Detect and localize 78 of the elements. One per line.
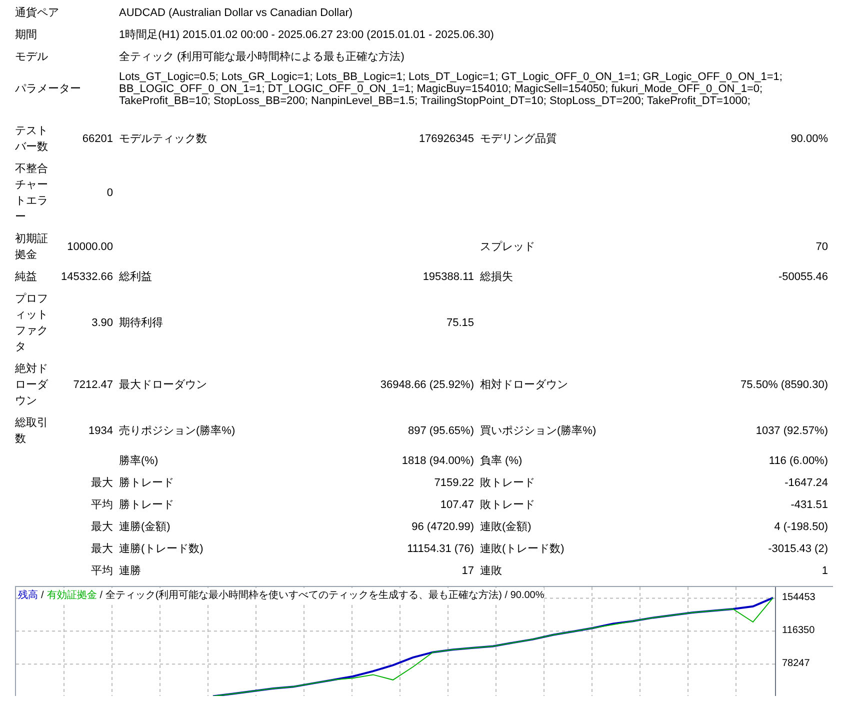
stat-label: 期待利得: [119, 317, 163, 329]
stat-label: 勝率(%): [119, 455, 158, 467]
stat-label: 連勝(金額): [119, 521, 170, 533]
stat-value: 17: [462, 565, 474, 577]
stat-label: 純益: [15, 271, 37, 283]
legend-label: 残高: [18, 588, 38, 603]
field-label: 期間: [15, 29, 37, 41]
chart-caption: / 全ティック(利用可能な最小時間枠を使いすべてのティックを生成する、最も正確な方法) / 90.00%: [100, 588, 544, 603]
stat-value: 最大: [91, 543, 113, 555]
stat-value: 195388.11: [422, 271, 474, 283]
stat-label: 勝トレード: [119, 477, 174, 489]
stat-value: 4 (-198.50): [774, 521, 828, 533]
stat-value: 1934: [88, 425, 113, 437]
stat-value: 1037 (92.57%): [756, 425, 828, 437]
stat-label: 連勝(トレード数): [119, 543, 204, 555]
stat-value: 116 (6.00%): [768, 455, 828, 467]
field-value: Lots_GT_Logic=0.5; Lots_GR_Logic=1; Lots_BB_Logic=1; Lots_DT_Logic=1; GT_Logic_OFF_0_ON_1=1; GR_Logic_OFF_0_ON_1=1; BB_LOGIC_OFF_0_ON_1=1; DT_LOGIC_OFF_0_ON_1=1; MagicBuy=154010; MagicSell=154050; fukuri_Mode_OFF_0_ON_1=0; TakeProfit_BB=10; StopLoss_BB=200; NanpinLevel_BB=1.5; TrailingStopPoint_DT=10; StopLoss_DT=200; TakeProfit_DT=1000;: [119, 71, 782, 107]
stat-label: プロフィットファクタ: [15, 293, 48, 353]
stat-label: 総取引数: [15, 417, 48, 445]
stat-value: -3015.43 (2): [768, 543, 828, 555]
stat-value: 1818 (94.00%): [402, 455, 474, 467]
stat-label: スプレッド: [480, 241, 535, 253]
stat-label: 勝トレード: [119, 499, 174, 511]
stat-value: 75.50% (8590.30): [740, 379, 828, 391]
stat-label: 総損失: [480, 271, 513, 283]
y-axis-label: 116350: [782, 625, 815, 638]
stat-value: 897 (95.65%): [408, 425, 474, 437]
stat-value: 66201: [82, 133, 113, 145]
stat-label: 相対ドローダウン: [480, 379, 568, 391]
stat-value: 145332.66: [61, 271, 113, 283]
stat-label: モデルティック数: [119, 133, 207, 145]
stat-label: 連敗: [480, 565, 502, 577]
stat-value: 7159.22: [434, 477, 474, 489]
stat-value: 10000.00: [67, 241, 113, 253]
stat-value: 3.90: [92, 317, 113, 329]
stat-value: 176926345: [418, 133, 474, 145]
stat-value: -1647.24: [784, 477, 828, 489]
field-label: 通貨ペア: [15, 7, 59, 19]
stat-value: 平均: [91, 499, 113, 511]
stat-value: 1: [822, 565, 828, 577]
stat-value: 107.47: [440, 499, 474, 511]
field-value: AUDCAD (Australian Dollar vs Canadian Dollar): [119, 7, 353, 19]
legend-label: 有効証拠金: [46, 588, 97, 603]
stat-value: 0: [106, 187, 113, 199]
stat-label: 初期証拠金: [15, 233, 48, 261]
legend-separator: /: [41, 589, 44, 603]
stat-value: 75.15: [446, 317, 474, 329]
stat-value: 36948.66 (25.92%): [380, 379, 474, 391]
stat-value: -431.51: [790, 499, 828, 511]
stat-label: 絶対ドローダウン: [15, 363, 48, 407]
stat-label: 連敗(トレード数): [480, 543, 564, 555]
stat-label: 負率 (%): [480, 455, 522, 467]
y-axis-label: 78247: [782, 658, 810, 670]
stat-label: 敗トレード: [480, 477, 535, 489]
stat-label: 買いポジション(勝率%): [480, 425, 596, 437]
stat-value: 96 (4720.99): [412, 521, 474, 533]
field-value: 1時間足(H1) 2015.01.02 00:00 - 2025.06.27 23:00 (2015.01.01 - 2025.06.30): [119, 29, 494, 41]
stat-label: 最大ドローダウン: [119, 379, 207, 391]
stat-value: 7212.47: [73, 379, 113, 391]
stat-value: -50055.46: [778, 271, 828, 283]
field-label: モデル: [15, 51, 48, 63]
stat-value: 平均: [91, 565, 113, 577]
stat-label: 総利益: [119, 271, 152, 283]
stat-value: 90.00%: [790, 133, 828, 145]
stat-label: テストバー数: [15, 125, 48, 153]
stat-value: 最大: [91, 477, 113, 489]
stat-label: 売りポジション(勝率%): [119, 425, 236, 437]
stat-label: モデリング品質: [480, 133, 557, 145]
y-axis-label: 154453: [782, 592, 816, 604]
field-label: パラメーター: [15, 83, 81, 95]
stat-label: 敗トレード: [480, 499, 535, 511]
stat-label: 連敗(金額): [480, 521, 532, 533]
stat-label: 連勝: [119, 565, 141, 577]
field-value: 全ティック (利用可能な最小時間枠による最も正確な方法): [119, 51, 404, 63]
stat-label: 不整合チャートエラー: [15, 163, 48, 223]
stat-value: 最大: [91, 521, 113, 533]
stat-value: 70: [816, 241, 828, 253]
stat-value: 11154.31 (76): [407, 543, 474, 555]
